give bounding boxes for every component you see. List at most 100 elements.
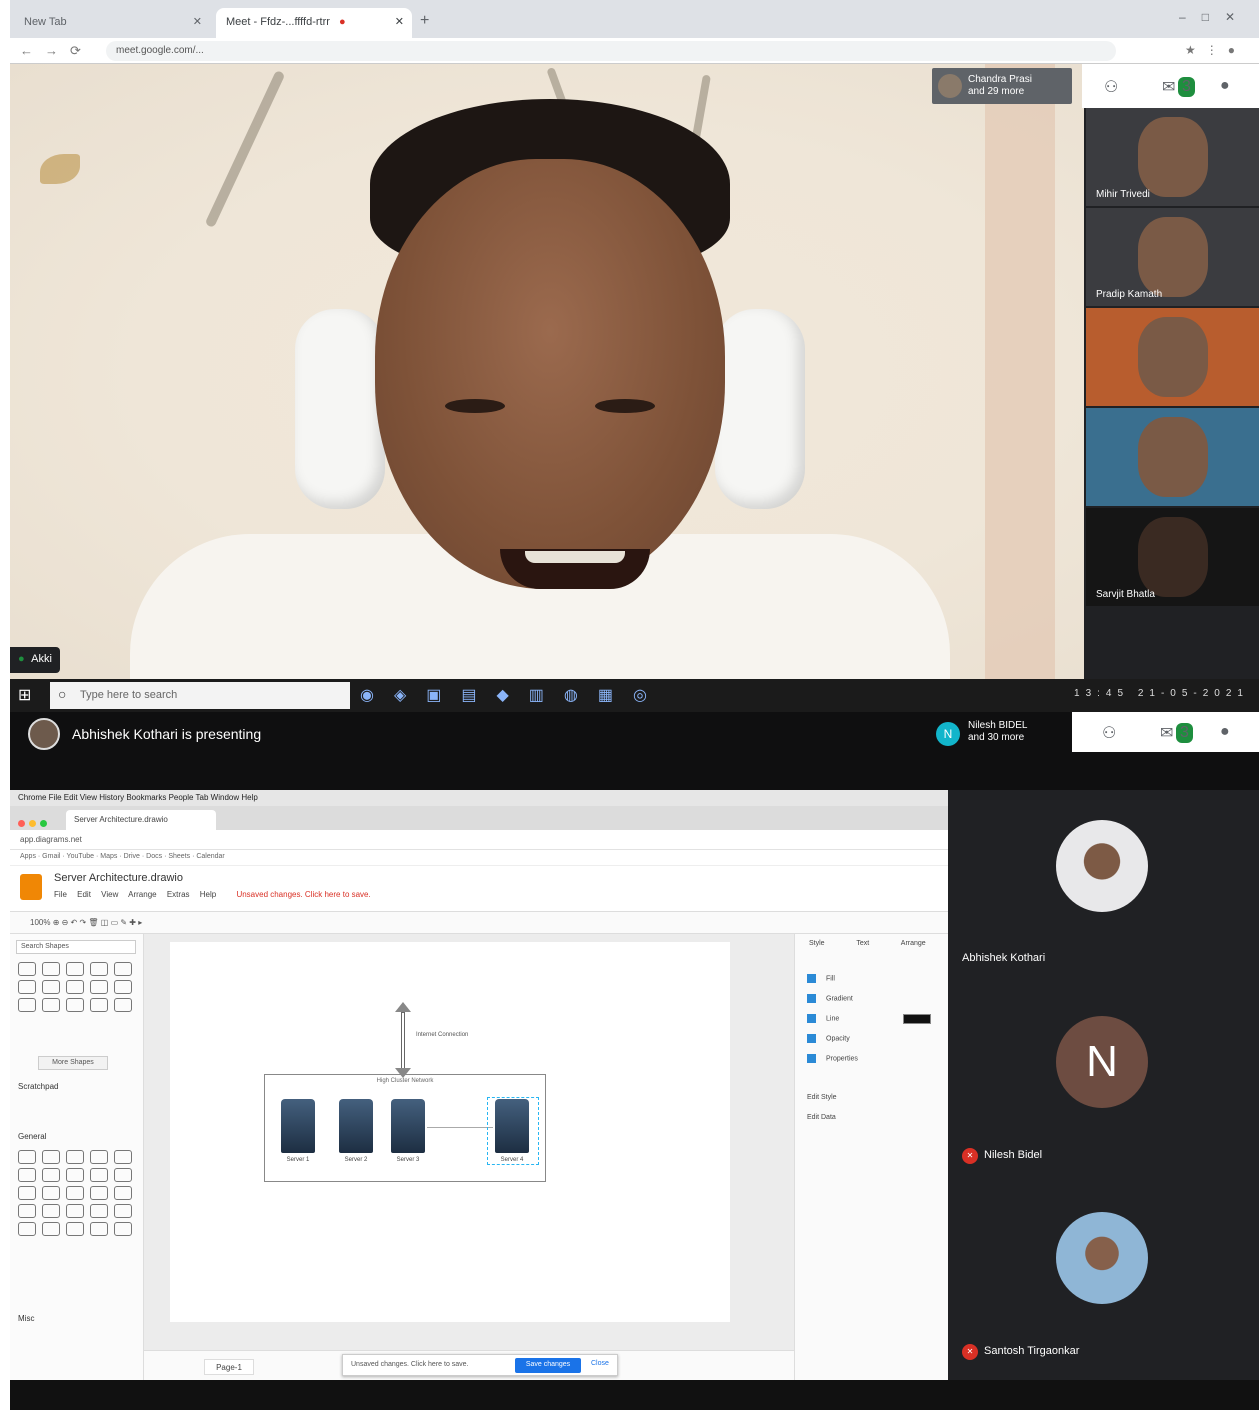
- mic-off-icon: ✕: [962, 1344, 978, 1360]
- more-shapes-button[interactable]: More Shapes: [38, 1056, 108, 1070]
- participant-thumb[interactable]: [1086, 408, 1259, 506]
- format-tabs[interactable]: Style Text Arrange: [795, 940, 948, 954]
- server-group[interactable]: High Cluster Network Server 1 Server 2 S…: [264, 1074, 546, 1182]
- drawio-header: Server Architecture.drawio File Edit Vie…: [10, 866, 948, 912]
- self-label: ● Akki: [10, 647, 60, 673]
- taskbar-app-icons[interactable]: ◉◈▣▤◆▥◍▦◎: [360, 685, 667, 705]
- row-label: Gradient: [826, 995, 853, 1003]
- new-tab-icon[interactable]: +: [420, 12, 429, 30]
- nav-buttons[interactable]: ←→⟳: [20, 43, 93, 59]
- menu-view[interactable]: View: [101, 890, 118, 899]
- participant-name: ✕ Nilesh Bidel: [962, 1148, 1042, 1164]
- arrow-head-up: [395, 1002, 411, 1012]
- chat-icon[interactable]: ✉: [1162, 77, 1175, 97]
- participant-thumb[interactable]: [1086, 308, 1259, 406]
- participant-video: [1137, 417, 1208, 497]
- close-icon[interactable]: ✕: [395, 15, 404, 28]
- menu-help[interactable]: Help: [200, 890, 216, 899]
- format-row[interactable]: Line: [807, 1014, 939, 1026]
- arrow-shaft: [401, 1012, 405, 1070]
- mic-on-icon: ●: [18, 653, 25, 665]
- menu-extras[interactable]: Extras: [167, 890, 190, 899]
- headphone-cup-right: [715, 309, 805, 509]
- server-icon[interactable]: [339, 1099, 373, 1153]
- browser-toolbar-icons[interactable]: ★⋮●: [1185, 43, 1245, 57]
- server-icon[interactable]: [495, 1099, 529, 1153]
- server-icon[interactable]: [281, 1099, 315, 1153]
- window-controls[interactable]: –□✕: [1179, 10, 1251, 24]
- zoom-select[interactable]: 100%: [30, 918, 50, 927]
- format-row[interactable]: Gradient: [807, 994, 939, 1006]
- color-swatch[interactable]: [903, 1014, 931, 1024]
- meet-toolbar: ⚇ ✉ 3 ●: [1082, 64, 1259, 108]
- section-scratchpad[interactable]: Scratchpad: [18, 1082, 58, 1091]
- format-row[interactable]: Properties: [807, 1054, 939, 1066]
- shape-palette[interactable]: [18, 962, 134, 1012]
- address-bar-row: ←→⟳ meet.google.com/... ★⋮●: [10, 38, 1259, 64]
- section-general[interactable]: General: [18, 1132, 46, 1141]
- taskbar-search[interactable]: ○ Type here to search: [50, 682, 350, 709]
- tab-text[interactable]: Text: [856, 940, 869, 947]
- diagram-page[interactable]: Internet Connection High Cluster Network…: [170, 942, 730, 1322]
- search-icon: ○: [58, 686, 67, 702]
- close-icon[interactable]: ✕: [193, 15, 202, 28]
- tab-arrange[interactable]: Arrange: [901, 940, 926, 947]
- menu-edit[interactable]: Edit: [77, 890, 91, 899]
- shapes-panel: Search Shapes More Shapes Scratchpad Gen…: [10, 934, 144, 1380]
- drawio-logo-icon: [20, 874, 42, 900]
- system-tray[interactable]: 13:45 21-05-2021: [1074, 688, 1249, 699]
- shape-palette[interactable]: [18, 1150, 134, 1236]
- server-icon[interactable]: [391, 1099, 425, 1153]
- toolbar-icons[interactable]: ⊕ ⊖ ↶ ↷ 🗑 ◫ ▭ ✎ ✚ ▸: [53, 918, 143, 927]
- document-title[interactable]: Server Architecture.drawio: [54, 872, 183, 884]
- unsaved-alert[interactable]: Unsaved changes. Click here to save.: [236, 890, 370, 899]
- mac-menubar: Chrome File Edit View History Bookmarks …: [10, 790, 948, 806]
- participant-tile[interactable]: N ✕ Nilesh Bidel: [948, 986, 1259, 1182]
- participant-video: [1137, 317, 1208, 397]
- participant-thumb[interactable]: Mihir Trivedi: [1086, 108, 1259, 206]
- shared-screen: Chrome File Edit View History Bookmarks …: [10, 790, 948, 1380]
- avatar[interactable]: ●: [1220, 77, 1230, 95]
- windows-start-icon[interactable]: ⊞: [18, 685, 31, 705]
- participant-tile[interactable]: ✕ Santosh Tirgaonkar: [948, 1182, 1259, 1378]
- section-misc[interactable]: Misc: [18, 1314, 34, 1323]
- menu-file[interactable]: File: [54, 890, 67, 899]
- people-icon[interactable]: ⚇: [1104, 77, 1118, 97]
- recording-icon: ●: [338, 16, 346, 28]
- participants-chip[interactable]: Chandra Prasi and 29 more: [932, 68, 1072, 104]
- arrow-label[interactable]: Internet Connection: [416, 1032, 468, 1038]
- participant-thumb[interactable]: Sarvjit Bhatla: [1086, 508, 1259, 606]
- chat-icon[interactable]: ✉: [1160, 723, 1173, 743]
- page-tab[interactable]: Page-1: [204, 1359, 254, 1375]
- participants-chip[interactable]: N Nilesh BIDEL and 30 more: [932, 714, 1072, 754]
- people-icon[interactable]: ⚇: [1102, 723, 1116, 743]
- tab-title: Meet - Ffdz-...ffffd-rtrr: [226, 16, 330, 28]
- format-row[interactable]: Opacity: [807, 1034, 939, 1046]
- menu-arrange[interactable]: Arrange: [128, 890, 156, 899]
- tab-style[interactable]: Style: [809, 940, 825, 947]
- diagram-canvas[interactable]: Internet Connection High Cluster Network…: [144, 934, 794, 1380]
- shapes-search-input[interactable]: Search Shapes: [16, 940, 136, 954]
- wall-panel: [985, 64, 1055, 679]
- participant-thumb[interactable]: Pradip Kamath: [1086, 208, 1259, 306]
- format-row[interactable]: Edit Data: [807, 1114, 939, 1126]
- browser-tab-new[interactable]: New Tab ✕: [14, 8, 210, 38]
- save-changes-button[interactable]: Save changes: [515, 1358, 581, 1373]
- bidirectional-arrow[interactable]: [395, 1002, 411, 1078]
- format-row[interactable]: Fill: [807, 974, 939, 986]
- participant-name: Sarvjit Bhatla: [1096, 589, 1155, 600]
- format-panel: Style Text Arrange Fill Gradient Line Op…: [794, 934, 948, 1380]
- browser-tab-meet[interactable]: Meet - Ffdz-...ffffd-rtrr ● ✕: [216, 8, 412, 38]
- eye: [445, 399, 505, 413]
- participant-tile[interactable]: Abhishek Kothari: [948, 790, 1259, 986]
- connector-line[interactable]: [427, 1127, 493, 1128]
- mac-url-bar[interactable]: app.diagrams.net: [10, 830, 948, 850]
- participant-name: Mihir Trivedi: [1096, 189, 1150, 200]
- format-row[interactable]: Edit Style: [807, 1094, 939, 1106]
- clock-date: 21-05-2021: [1137, 688, 1249, 699]
- close-button[interactable]: Close: [591, 1360, 609, 1367]
- url-input[interactable]: meet.google.com/...: [106, 41, 1116, 61]
- avatar[interactable]: ●: [1220, 723, 1230, 741]
- drawio-tab[interactable]: Server Architecture.drawio: [66, 810, 216, 830]
- name-text: Abhishek Kothari: [962, 952, 1046, 964]
